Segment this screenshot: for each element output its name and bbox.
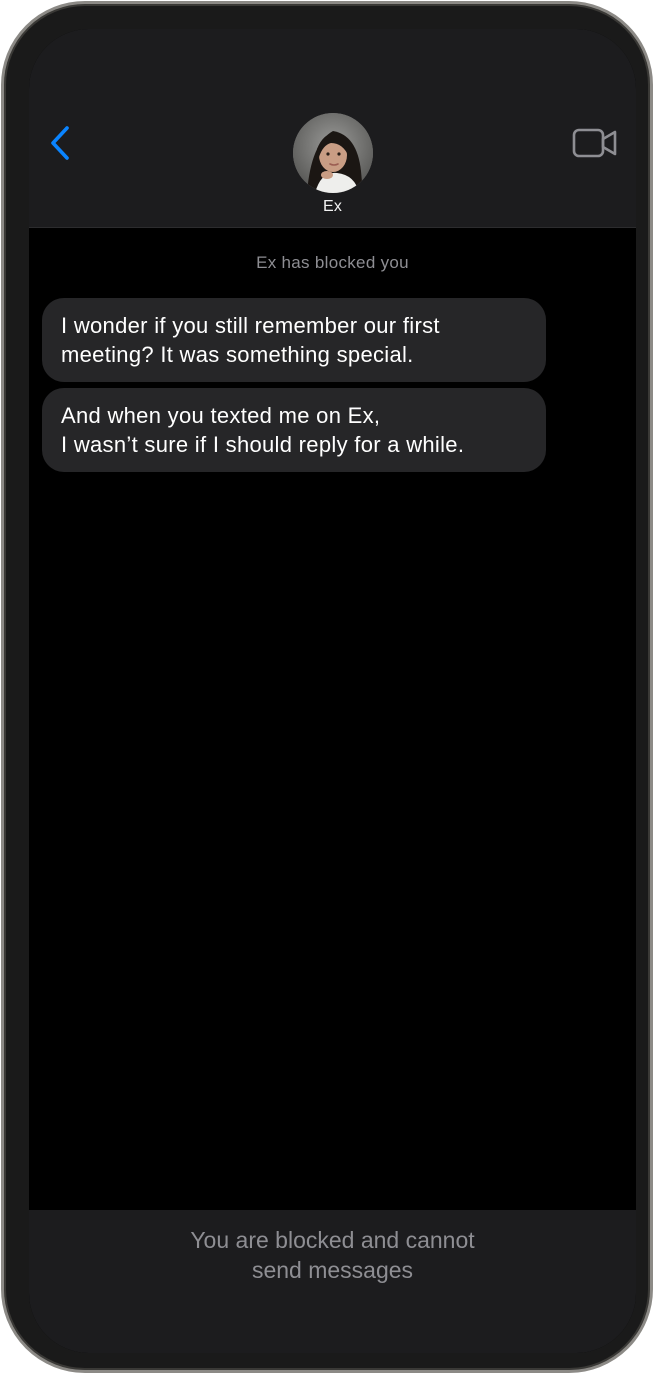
chat-header: Ex: [29, 29, 636, 228]
blocked-notice: You are blocked and cannot send messages: [190, 1227, 475, 1283]
message-bubble[interactable]: And when you texted me on Ex, I wasn’t s…: [42, 388, 546, 472]
phone-frame: Ex Ex has blocked you I wonder if you st…: [1, 1, 653, 1373]
back-button[interactable]: [43, 121, 77, 169]
blocked-status-note: Ex has blocked you: [256, 253, 409, 272]
avatar[interactable]: [293, 113, 373, 193]
blocked-footer: You are blocked and cannot send messages: [29, 1210, 636, 1353]
chevron-left-icon: [49, 125, 71, 166]
message-bubble[interactable]: I wonder if you still remember our first…: [42, 298, 546, 382]
contact-name[interactable]: Ex: [29, 198, 636, 216]
video-camera-icon: [572, 127, 618, 164]
video-call-button[interactable]: [569, 125, 621, 165]
chat-screen: Ex Ex has blocked you I wonder if you st…: [29, 29, 636, 1353]
